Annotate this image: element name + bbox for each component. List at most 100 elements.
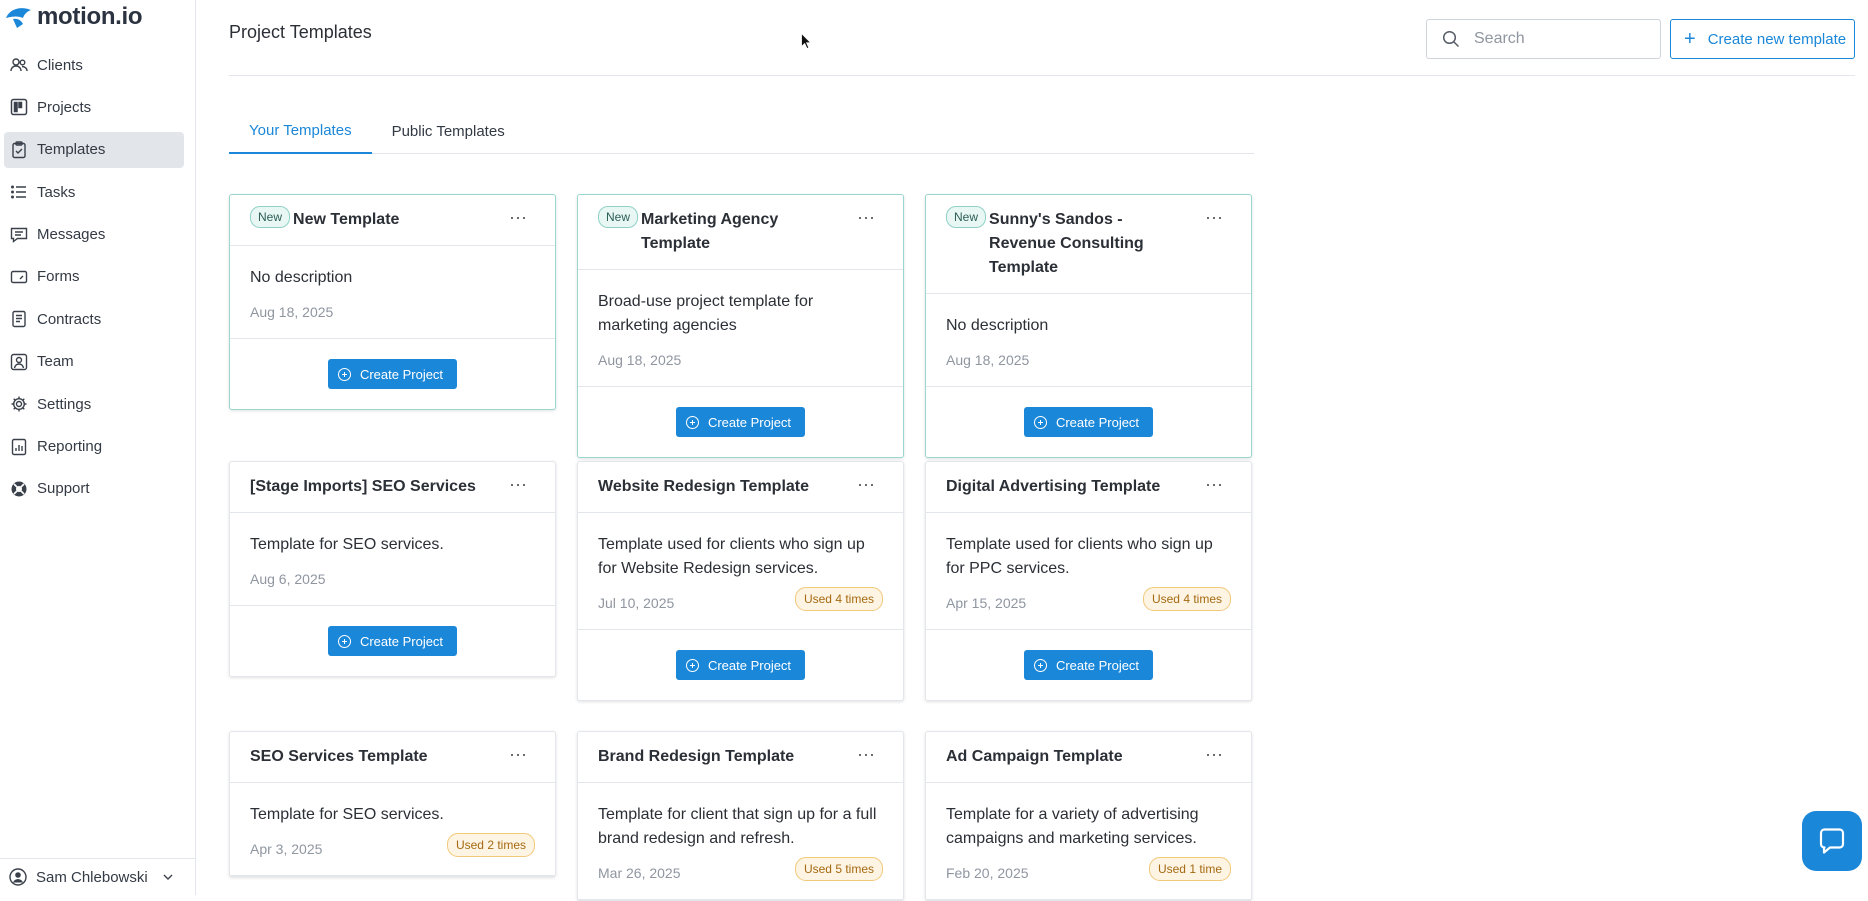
chat-bubble-icon <box>1819 828 1845 854</box>
template-date: Aug 6, 2025 <box>250 571 326 587</box>
usage-badge: Used 1 time <box>1148 857 1231 881</box>
template-card[interactable]: Website Redesign Template ··· Template u… <box>577 461 904 701</box>
new-badge: New <box>598 206 639 228</box>
sidebar-item-label: Forms <box>37 268 80 286</box>
search-box[interactable] <box>1426 19 1661 59</box>
search-input[interactable] <box>1474 30 1644 48</box>
template-card[interactable]: Digital Advertising Template ··· Templat… <box>925 461 1252 701</box>
template-title: New Template <box>293 211 400 228</box>
more-options-icon[interactable]: ··· <box>857 208 875 226</box>
sidebar-item-label: Projects <box>37 98 92 116</box>
template-title: Brand Redesign Template <box>598 748 795 765</box>
template-card[interactable]: New New Template ··· No description Aug 1… <box>229 194 556 410</box>
template-card[interactable]: Ad Campaign Template ··· Template for a … <box>925 731 1252 901</box>
sidebar: motion.io Clients Projects Templates Tas… <box>0 0 196 895</box>
message-icon <box>9 225 29 245</box>
template-date: Aug 18, 2025 <box>946 352 1030 368</box>
create-project-label: Create Project <box>1055 414 1140 430</box>
sidebar-item-team[interactable]: Team <box>4 344 184 380</box>
template-description: No description <box>250 269 353 286</box>
sidebar-item-label: Support <box>37 480 90 498</box>
user-menu[interactable]: Sam Chlebowski <box>0 858 196 895</box>
template-card[interactable]: Brand Redesign Template ··· Template for… <box>577 731 904 901</box>
create-project-button[interactable]: Create Project <box>1023 407 1154 437</box>
usage-badge: Used 4 times <box>794 587 883 611</box>
create-project-label: Create Project <box>1055 657 1140 673</box>
template-card[interactable]: [Stage Imports] SEO Services ··· Templat… <box>229 461 556 677</box>
sidebar-item-projects[interactable]: Projects <box>4 89 184 125</box>
plus-circle-icon <box>337 634 351 648</box>
more-options-icon[interactable]: ··· <box>1205 475 1223 493</box>
users-icon <box>9 55 29 75</box>
sidebar-item-contracts[interactable]: Contracts <box>4 301 184 337</box>
more-options-icon[interactable]: ··· <box>1205 745 1223 763</box>
create-project-label: Create Project <box>707 657 792 673</box>
more-options-icon[interactable]: ··· <box>1205 208 1223 226</box>
template-title: Website Redesign Template <box>598 478 810 495</box>
create-project-button[interactable]: Create Project <box>675 650 806 680</box>
plus-circle-icon <box>685 658 699 672</box>
sidebar-item-label: Messages <box>37 226 106 244</box>
template-date: Aug 18, 2025 <box>250 304 334 320</box>
form-icon <box>9 267 29 287</box>
sidebar-item-tasks[interactable]: Tasks <box>4 174 184 210</box>
chart-icon <box>9 437 29 457</box>
sidebar-item-label: Contracts <box>37 310 102 328</box>
tab-your-templates[interactable]: Your Templates <box>229 108 372 154</box>
lifebuoy-icon <box>9 479 29 499</box>
template-date: Aug 18, 2025 <box>598 352 682 368</box>
template-description: Broad-use project template for marketing… <box>598 293 814 334</box>
more-options-icon[interactable]: ··· <box>857 745 875 763</box>
search-icon <box>1442 30 1460 48</box>
template-title: Marketing Agency Template <box>641 211 779 252</box>
usage-badge: Used 5 times <box>794 857 883 881</box>
sidebar-item-settings[interactable]: Settings <box>4 386 184 422</box>
create-new-template-button[interactable]: + Create new template <box>1670 19 1855 59</box>
template-description: Template used for clients who sign up fo… <box>946 536 1213 577</box>
tab-public-templates[interactable]: Public Templates <box>372 108 525 154</box>
sidebar-item-templates[interactable]: Templates <box>4 131 184 168</box>
sidebar-item-forms[interactable]: Forms <box>4 259 184 295</box>
template-description: Template for a variety of advertising ca… <box>946 806 1199 847</box>
more-options-icon[interactable]: ··· <box>857 475 875 493</box>
create-project-button[interactable]: Create Project <box>327 359 458 389</box>
user-name: Sam Chlebowski <box>36 868 148 886</box>
sidebar-item-reporting[interactable]: Reporting <box>4 429 184 465</box>
logo[interactable]: motion.io <box>4 2 143 32</box>
kanban-icon <box>9 97 29 117</box>
template-title: Digital Advertising Template <box>946 478 1161 495</box>
sidebar-item-label: Templates <box>37 141 106 159</box>
template-card[interactable]: SEO Services Template ··· Template for S… <box>229 731 556 877</box>
sidebar-item-support[interactable]: Support <box>4 471 184 507</box>
sidebar-item-messages[interactable]: Messages <box>4 217 184 253</box>
list-icon <box>9 182 29 202</box>
template-tabs: Your Templates Public Templates <box>229 108 1254 154</box>
more-options-icon[interactable]: ··· <box>509 475 527 493</box>
document-icon <box>9 309 29 329</box>
create-project-label: Create Project <box>359 366 444 382</box>
help-chat-button[interactable] <box>1802 811 1862 871</box>
sidebar-item-label: Tasks <box>37 183 76 201</box>
create-project-button[interactable]: Create Project <box>675 407 806 437</box>
sidebar-item-clients[interactable]: Clients <box>4 47 184 83</box>
new-badge: New <box>250 206 291 228</box>
page-title: Project Templates <box>229 22 372 42</box>
sidebar-item-label: Team <box>37 353 74 371</box>
create-project-button[interactable]: Create Project <box>327 626 458 656</box>
logo-text: motion.io <box>37 3 143 30</box>
clipboard-icon <box>9 140 29 160</box>
more-options-icon[interactable]: ··· <box>509 208 527 226</box>
user-avatar-icon <box>9 868 27 886</box>
template-description: Template for SEO services. <box>250 806 444 823</box>
sidebar-nav: Clients Projects Templates Tasks Message… <box>0 47 196 513</box>
template-card[interactable]: New Sunny's Sandos - Revenue Consulting T… <box>925 194 1252 458</box>
more-options-icon[interactable]: ··· <box>509 745 527 763</box>
create-project-button[interactable]: Create Project <box>1023 650 1154 680</box>
template-title: Ad Campaign Template <box>946 748 1123 765</box>
template-description: Template used for clients who sign up fo… <box>598 536 865 577</box>
template-description: No description <box>946 317 1049 334</box>
create-project-label: Create Project <box>359 633 444 649</box>
template-card[interactable]: New Marketing Agency Template ··· Broad-u… <box>577 194 904 458</box>
chevron-down-icon <box>163 874 173 880</box>
usage-badge: Used 4 times <box>1142 587 1231 611</box>
